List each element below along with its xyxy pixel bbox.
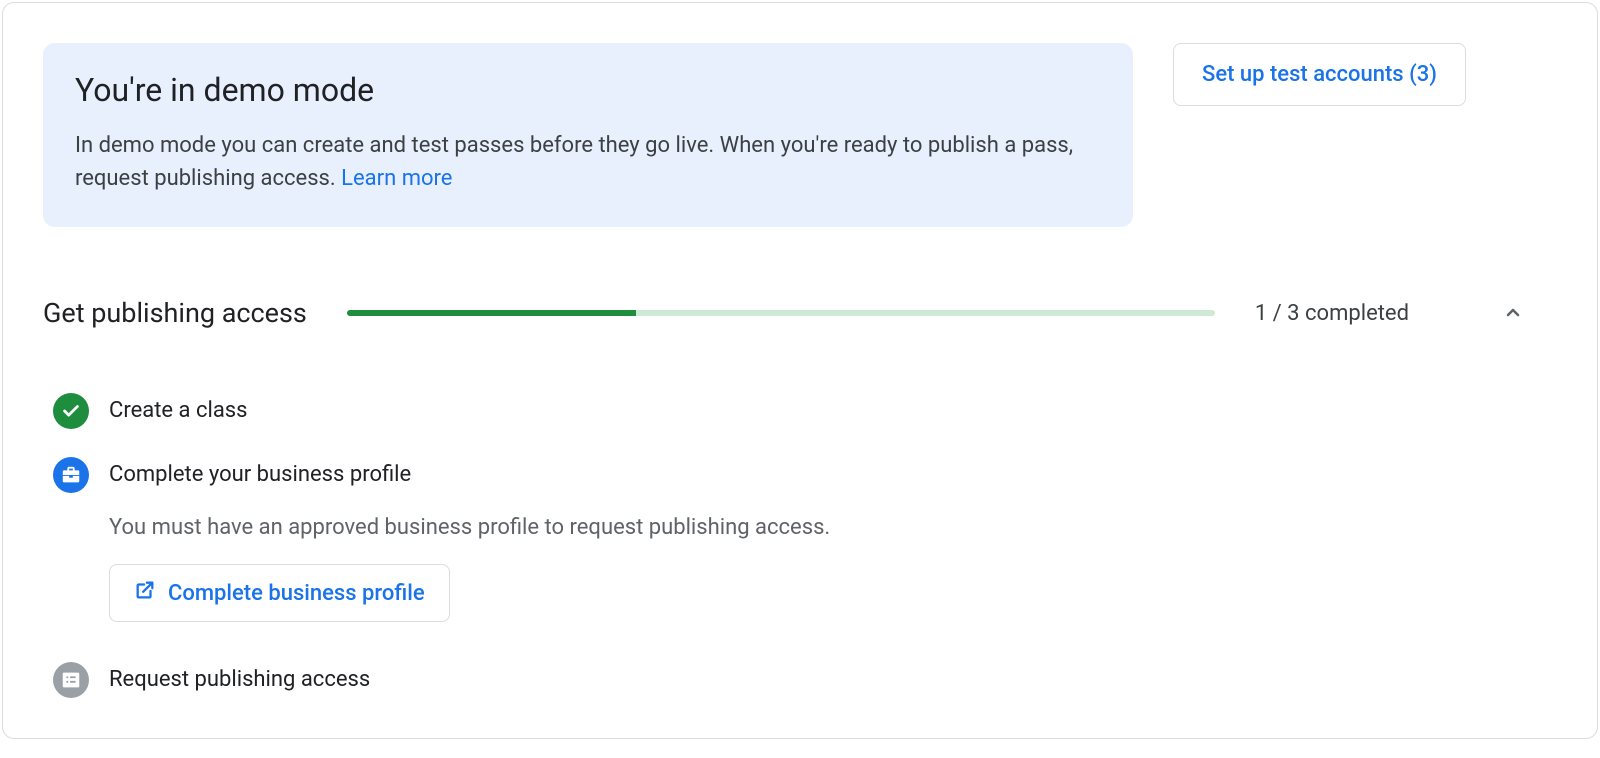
step-content: Request publishing access bbox=[109, 662, 1527, 698]
banner-body-text: In demo mode you can create and test pas… bbox=[75, 133, 1073, 191]
step-title: Complete your business profile bbox=[109, 457, 1527, 493]
demo-mode-banner: You're in demo mode In demo mode you can… bbox=[43, 43, 1133, 227]
progress-fill bbox=[347, 310, 636, 316]
banner-title: You're in demo mode bbox=[75, 71, 1101, 109]
step-content: Complete your business profile You must … bbox=[109, 457, 1527, 622]
briefcase-icon bbox=[53, 457, 89, 493]
step-business-profile: Complete your business profile You must … bbox=[53, 457, 1527, 622]
banner-body: In demo mode you can create and test pas… bbox=[75, 129, 1101, 195]
chevron-up-icon[interactable] bbox=[1499, 299, 1527, 327]
progress-section: Get publishing access 1 / 3 completed Cr… bbox=[43, 297, 1527, 698]
step-request-access: Request publishing access bbox=[53, 662, 1527, 698]
checkmark-icon bbox=[53, 393, 89, 429]
top-row: You're in demo mode In demo mode you can… bbox=[43, 43, 1527, 227]
progress-bar bbox=[347, 310, 1215, 316]
open-in-new-icon bbox=[134, 579, 156, 607]
setup-test-accounts-button[interactable]: Set up test accounts (3) bbox=[1173, 43, 1466, 106]
form-icon bbox=[53, 662, 89, 698]
learn-more-link[interactable]: Learn more bbox=[341, 166, 452, 191]
step-title: Create a class bbox=[109, 393, 1527, 429]
step-content: Create a class bbox=[109, 393, 1527, 429]
complete-business-profile-button[interactable]: Complete business profile bbox=[109, 564, 450, 622]
progress-header[interactable]: Get publishing access 1 / 3 completed bbox=[43, 297, 1527, 329]
step-description: You must have an approved business profi… bbox=[109, 515, 1527, 540]
button-label: Complete business profile bbox=[168, 581, 425, 606]
steps-list: Create a class Complete your business pr… bbox=[43, 393, 1527, 698]
step-title: Request publishing access bbox=[109, 662, 1527, 698]
onboarding-card: You're in demo mode In demo mode you can… bbox=[2, 2, 1598, 739]
step-create-class: Create a class bbox=[53, 393, 1527, 429]
progress-count: 1 / 3 completed bbox=[1255, 301, 1409, 326]
progress-title: Get publishing access bbox=[43, 297, 307, 329]
